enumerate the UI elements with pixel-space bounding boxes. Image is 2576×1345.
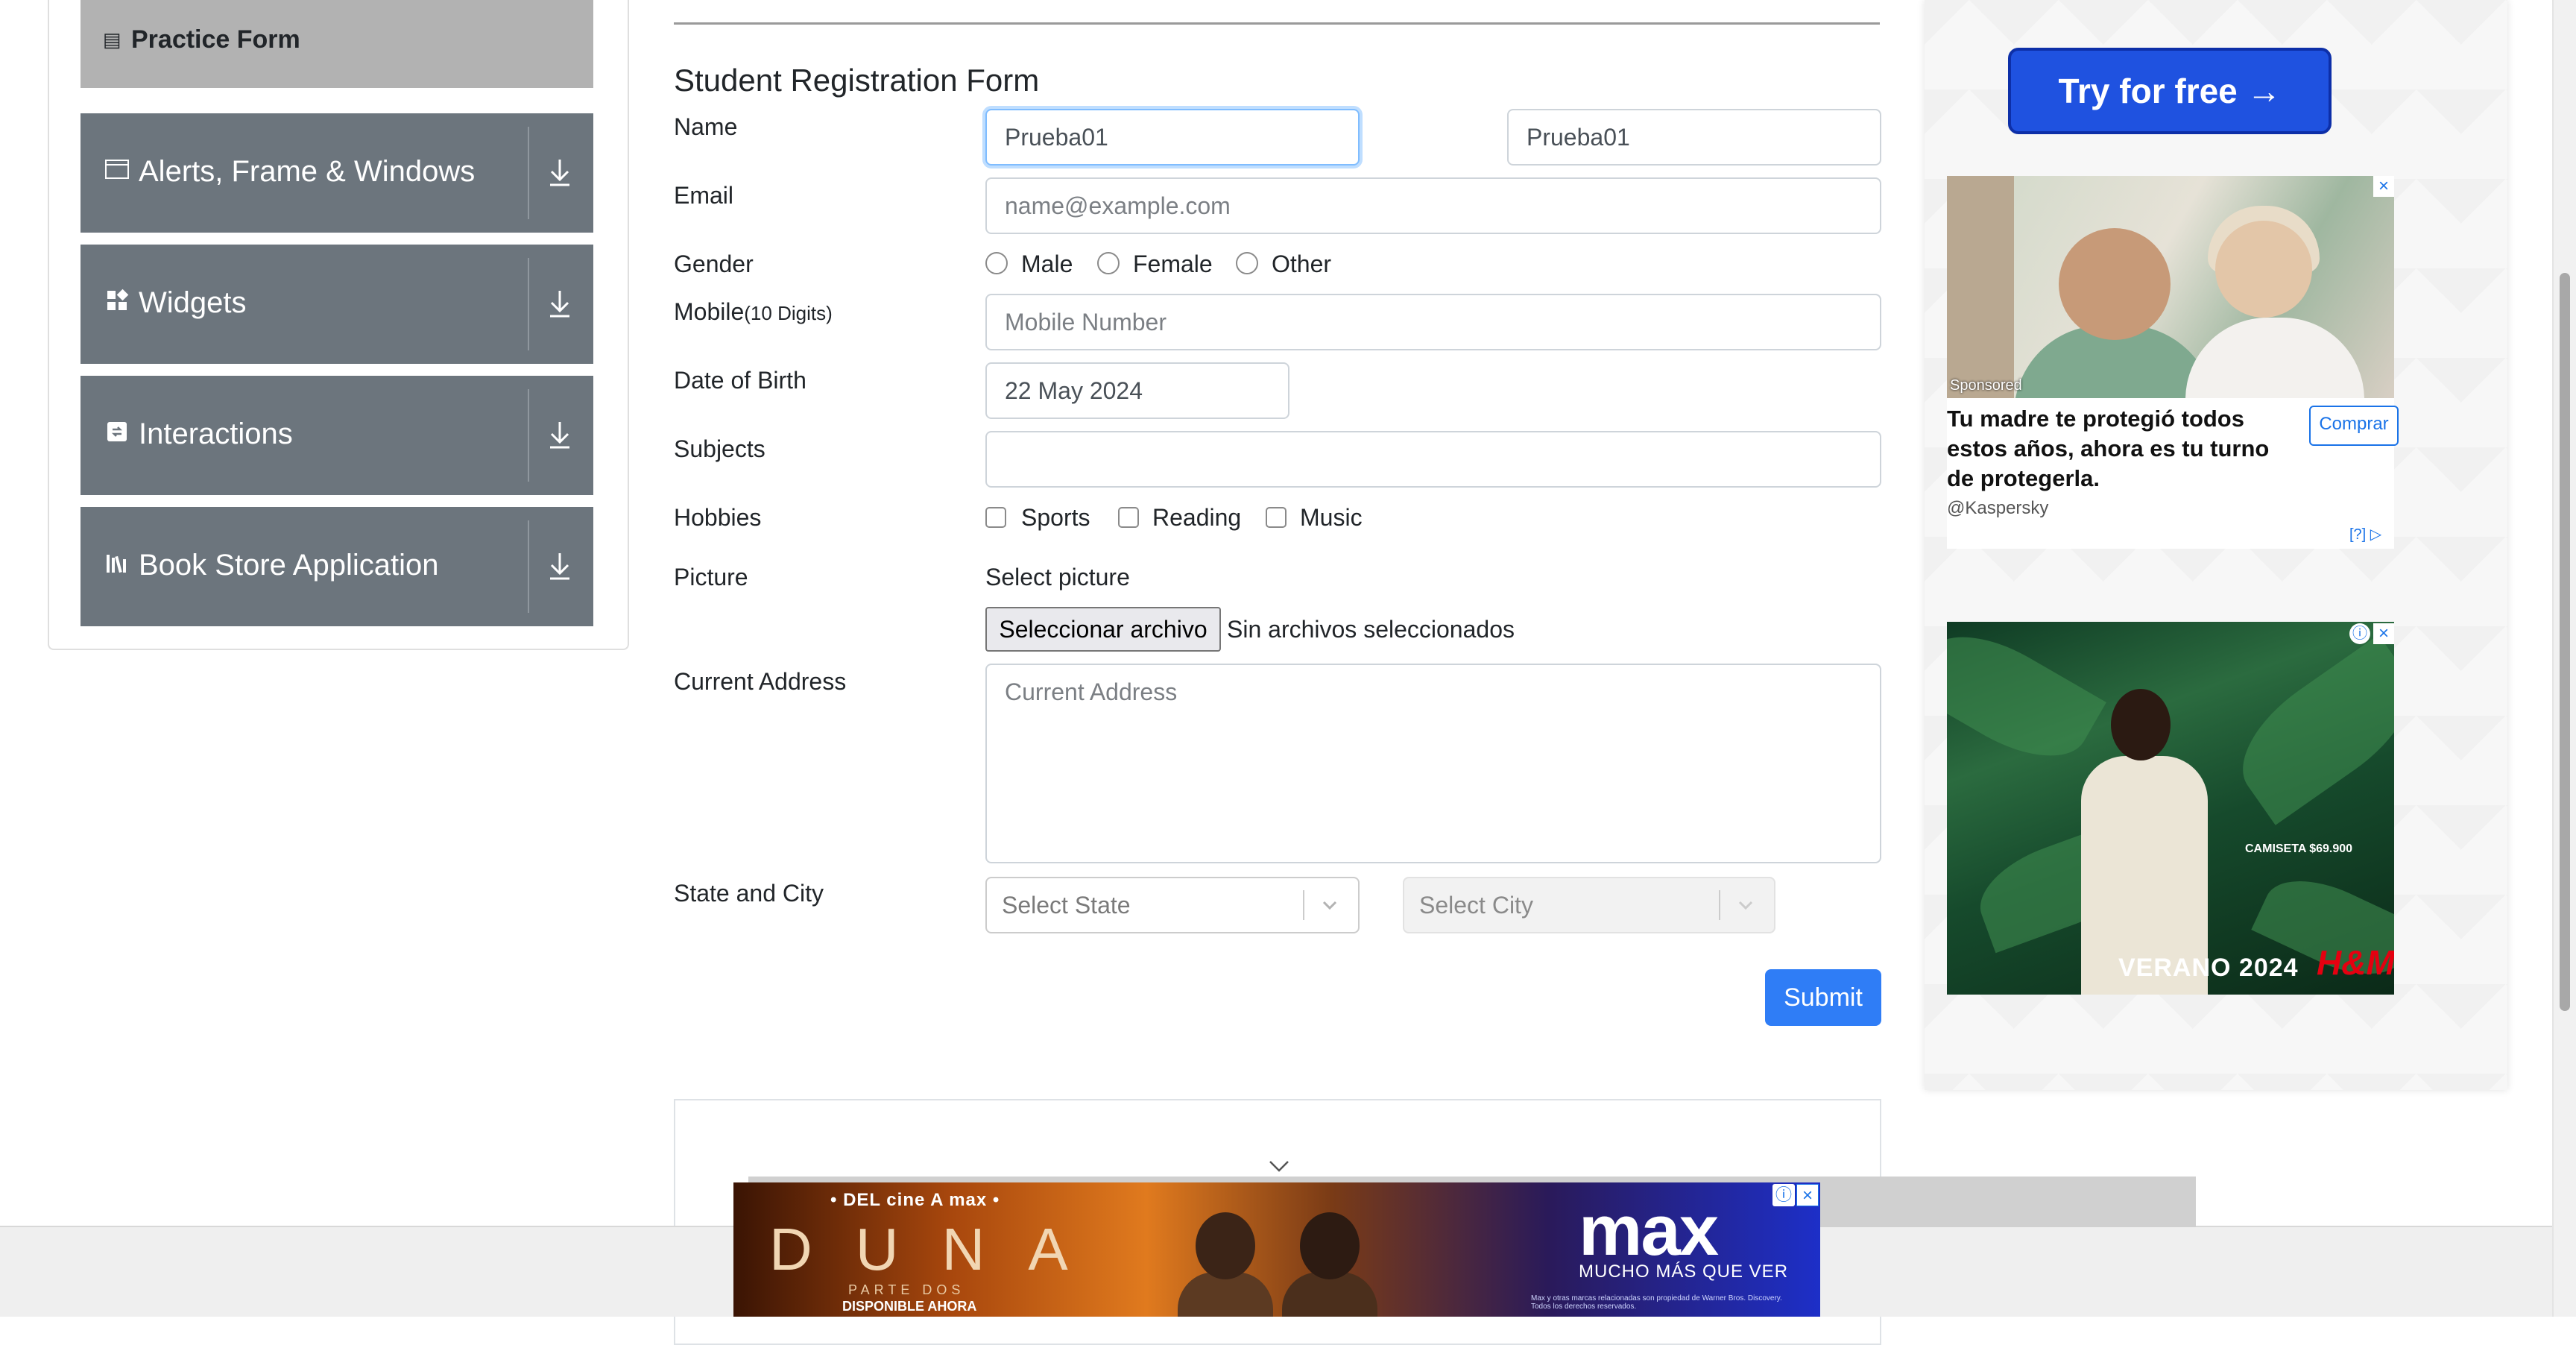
picture-label: Picture (674, 564, 748, 590)
hobby-sports-label[interactable]: Sports (1021, 504, 1090, 532)
sponsored-label: Sponsored (1950, 377, 2022, 394)
sidebar-group-interactions[interactable]: Interactions (80, 376, 593, 495)
first-name-input[interactable] (985, 109, 1360, 166)
info-icon[interactable]: ⓘ (2349, 623, 2370, 644)
chevron-down-icon[interactable] (1734, 893, 1758, 917)
chevron-down-icon[interactable] (1318, 893, 1342, 917)
gender-male-radio[interactable] (985, 252, 1008, 274)
city-select[interactable]: Select City (1403, 877, 1775, 933)
hobby-sports-checkbox[interactable] (985, 507, 1006, 528)
sidebar-group-book-store[interactable]: Book Store Application (80, 507, 593, 626)
sidebar-item-label: Practice Form (131, 25, 300, 54)
close-icon[interactable]: × (2373, 176, 2394, 197)
mobile-label-text: Mobile (674, 298, 745, 325)
sidebar-group-label: Widgets (139, 286, 247, 319)
divider (1303, 890, 1304, 920)
sidebar-item-practice-form[interactable]: ▤ Practice Form (80, 0, 593, 88)
ad-brand: @Kaspersky (1947, 498, 2049, 518)
sidebar-group-label: Alerts, Frame & Windows (139, 155, 476, 188)
comprar-button[interactable]: Comprar (2309, 406, 2399, 446)
subjects-input[interactable] (985, 431, 1881, 488)
divider (528, 520, 529, 613)
try-for-free-button[interactable]: Try for free → (2008, 48, 2332, 134)
ad-image[interactable]: Sponsored (1947, 176, 2394, 398)
gender-label: Gender (674, 251, 754, 277)
dob-label: Date of Birth (674, 367, 806, 394)
max-logo: max (1579, 1191, 1719, 1270)
close-icon[interactable]: × (1796, 1184, 1819, 1206)
city-placeholder: Select City (1419, 892, 1533, 919)
divider (528, 389, 529, 482)
gender-female-radio[interactable] (1097, 252, 1120, 274)
gender-other-label[interactable]: Other (1272, 251, 1331, 278)
close-icon[interactable]: × (2373, 623, 2394, 644)
ad-caption: CAMISETA $69.900 (2245, 842, 2353, 855)
info-icon[interactable]: ⓘ (1772, 1184, 1795, 1206)
form-title: Student Registration Form (674, 63, 1040, 98)
state-city-label: State and City (674, 880, 824, 907)
divider (1719, 890, 1720, 920)
mobile-input[interactable] (985, 294, 1881, 350)
sidebar-group-label: Interactions (139, 418, 293, 450)
banner-fine-print: Max y otras marcas relacionadas son prop… (1531, 1294, 1782, 1311)
hobby-reading-checkbox[interactable] (1118, 507, 1139, 528)
interactions-icon (104, 419, 130, 451)
form-icon: ▤ (103, 28, 121, 51)
gender-female-label[interactable]: Female (1133, 251, 1213, 278)
ad-campaign: VERANO 2024 (2118, 954, 2299, 982)
last-name-input[interactable] (1507, 109, 1881, 166)
email-label: Email (674, 182, 734, 209)
current-address-textarea[interactable] (985, 664, 1881, 863)
address-label: Current Address (674, 668, 847, 695)
header-divider (674, 22, 1880, 25)
adchoices-text: [?] (2349, 526, 2367, 543)
hobbies-label: Hobbies (674, 504, 762, 531)
sidebar-group-widgets[interactable]: Widgets (80, 245, 593, 364)
gender-other-radio[interactable] (1236, 252, 1258, 274)
submit-button[interactable]: Submit (1765, 969, 1881, 1026)
dob-input[interactable] (985, 362, 1289, 419)
gender-male-label[interactable]: Male (1021, 251, 1073, 278)
file-status: Sin archivos seleccionados (1227, 616, 1515, 643)
hm-ad[interactable]: CAMISETA $69.900 VERANO 2024 H&M (1947, 622, 2394, 995)
hobby-music-checkbox[interactable] (1266, 507, 1287, 528)
mobile-hint: (10 Digits) (744, 302, 833, 324)
choose-file-button[interactable]: Seleccionar archivo (985, 607, 1221, 652)
banner-title: DUNA (769, 1216, 1111, 1282)
hobby-music-label[interactable]: Music (1300, 504, 1363, 532)
sidebar-group-alerts[interactable]: Alerts, Frame & Windows (80, 113, 593, 233)
name-label: Name (674, 113, 738, 140)
download-icon[interactable] (541, 149, 578, 194)
kaspersky-ad[interactable]: Sponsored Tu madre te protegió todos est… (1947, 176, 2399, 549)
sidebar-group-label: Book Store Application (139, 549, 439, 582)
download-icon[interactable] (541, 280, 578, 325)
ad-headline[interactable]: Tu madre te protegió todos estos años, a… (1947, 404, 2297, 494)
select-picture-label: Select picture (985, 564, 1130, 590)
email-input[interactable] (985, 177, 1881, 234)
widgets-icon (104, 288, 130, 320)
state-placeholder: Select State (1002, 892, 1131, 919)
state-select[interactable]: Select State (985, 877, 1360, 933)
download-icon[interactable] (541, 543, 578, 588)
banner-tagline: MUCHO MÁS QUE VER (1579, 1261, 1789, 1282)
hm-logo: H&M (2317, 943, 2394, 982)
window-icon (104, 157, 130, 189)
download-icon[interactable] (541, 412, 578, 456)
mobile-label: Mobile(10 Digits) (674, 298, 833, 326)
banner-top-text: • DEL cine A max • (830, 1190, 1000, 1210)
divider (528, 127, 529, 219)
adchoices-icon[interactable]: [?] ▷ (2349, 525, 2381, 544)
banner-available: DISPONIBLE AHORA (842, 1299, 977, 1314)
banner-subtitle: PARTE DOS (848, 1282, 965, 1297)
subjects-label: Subjects (674, 435, 765, 462)
max-banner-ad[interactable]: • DEL cine A max • DUNA PARTE DOS DISPON… (733, 1182, 1820, 1317)
divider (528, 258, 529, 350)
hobby-reading-label[interactable]: Reading (1152, 504, 1241, 532)
library-icon (104, 550, 130, 582)
scrollbar-thumb[interactable] (2560, 273, 2570, 1011)
chevron-down-icon[interactable] (1267, 1157, 1291, 1175)
